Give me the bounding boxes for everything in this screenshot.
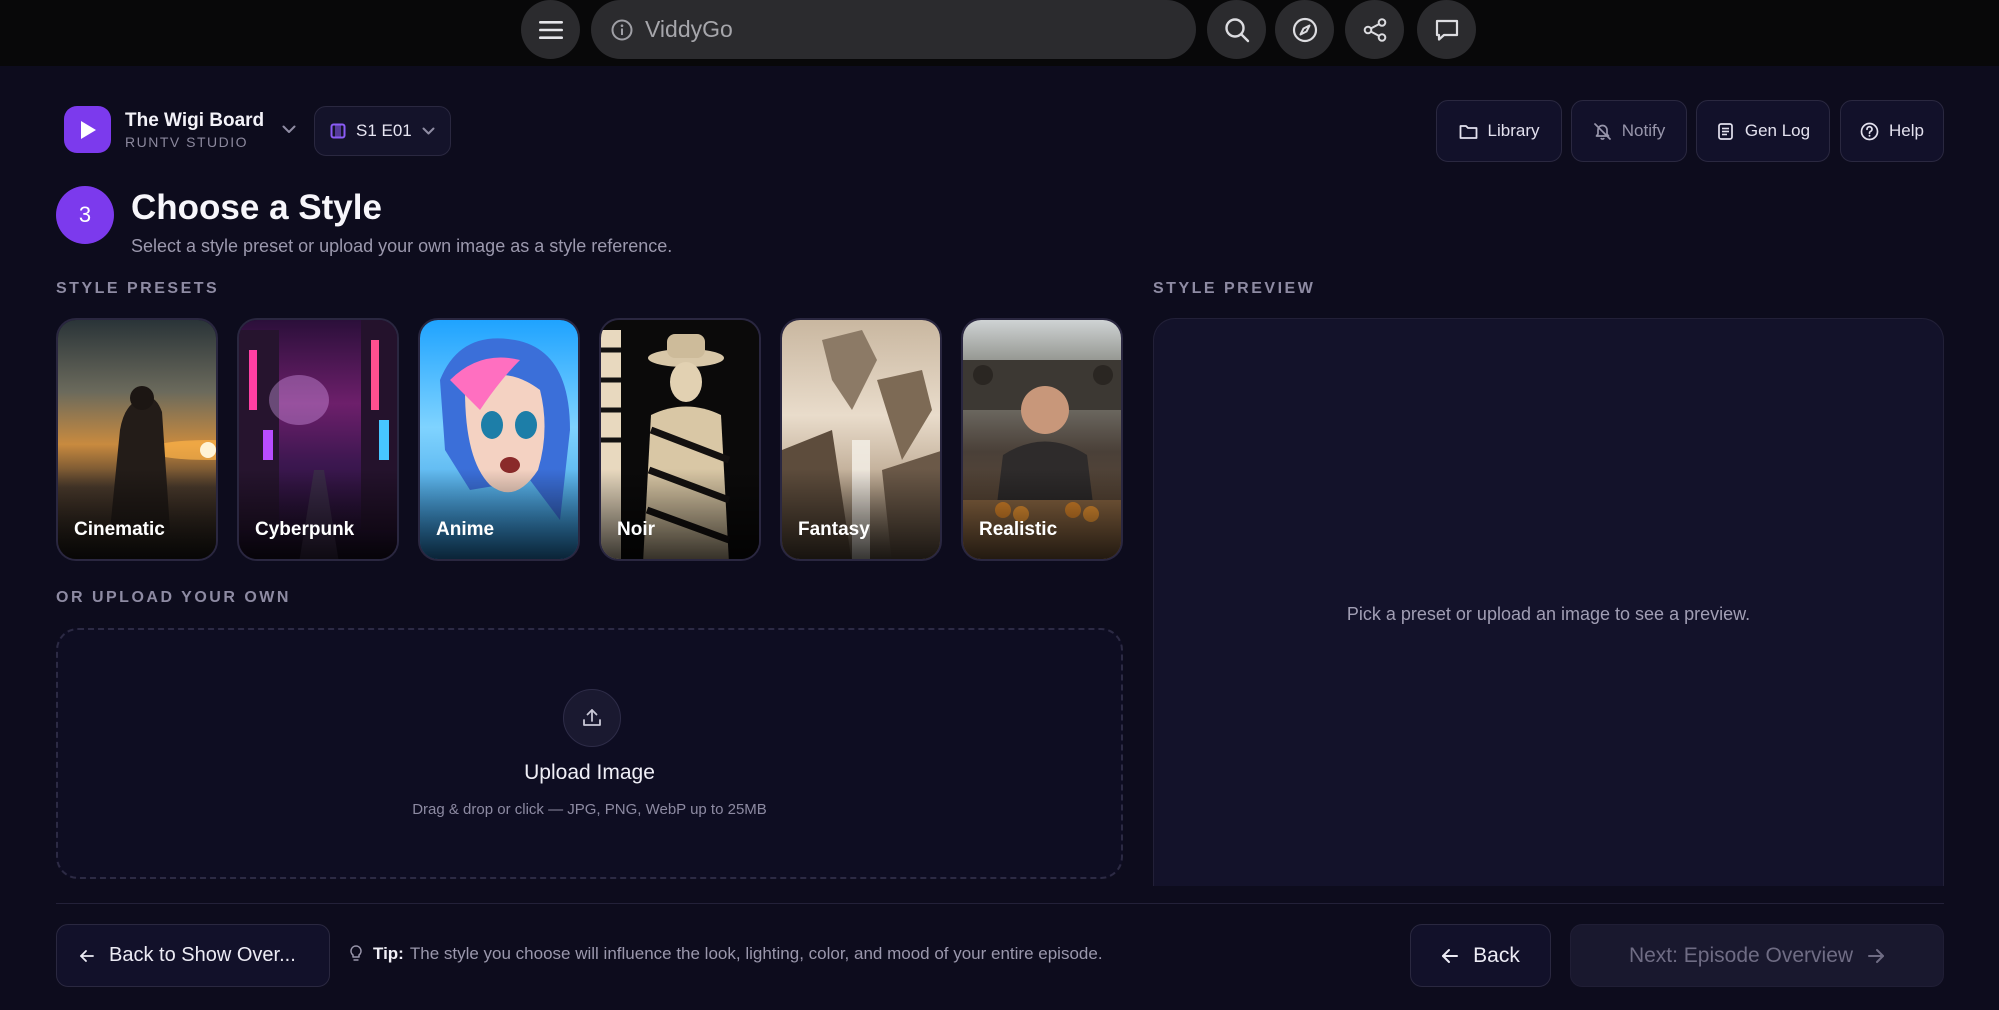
play-logo-icon [64, 106, 111, 153]
episode-label: S1 E01 [356, 121, 412, 140]
back-to-show-label: Back to Show Over... [109, 944, 296, 966]
lightbulb-icon [349, 944, 363, 964]
upload-dropzone[interactable]: Upload Image Drag & drop or click — JPG,… [56, 628, 1123, 879]
chevron-down-icon [422, 127, 435, 135]
arrow-left-icon [79, 949, 95, 963]
share-icon [1362, 17, 1388, 43]
preset-card-anime[interactable]: Anime [418, 318, 580, 561]
preset-card-realistic[interactable]: Realistic [961, 318, 1123, 561]
chat-icon [1434, 17, 1460, 43]
address-bar[interactable]: ViddyGo [591, 0, 1196, 59]
gen-log-button[interactable]: Gen Log [1696, 100, 1830, 162]
style-preview-panel: Pick a preset or upload an image to see … [1153, 318, 1944, 886]
preset-label: Realistic [979, 519, 1058, 540]
upload-hint: Drag & drop or click — JPG, PNG, WebP up… [412, 801, 767, 818]
share-button[interactable] [1345, 0, 1404, 59]
project-switcher[interactable]: The Wigi Board RUNTV STUDIO [64, 106, 296, 153]
notify-label: Notify [1621, 121, 1666, 140]
preset-label: Noir [617, 519, 655, 540]
explore-button[interactable] [1275, 0, 1334, 59]
preset-card-cinematic[interactable]: Cinematic [56, 318, 218, 561]
project-name: The Wigi Board [125, 109, 265, 131]
footer-divider [56, 903, 1944, 904]
notify-button[interactable]: Notify [1571, 100, 1687, 162]
chat-button[interactable] [1417, 0, 1476, 59]
upload-title: Upload Image [524, 761, 655, 784]
preset-label: Fantasy [798, 519, 870, 540]
film-icon [330, 123, 346, 139]
tip-key: Tip: [373, 944, 404, 963]
tip: Tip: The style you choose will influence… [349, 944, 1103, 964]
preset-label: Cyberpunk [255, 519, 355, 540]
menu-icon [538, 20, 563, 40]
style-preview-heading: STYLE PREVIEW [1153, 280, 1316, 297]
upload-icon [563, 689, 621, 747]
back-label: Back [1473, 943, 1520, 967]
help-icon [1860, 122, 1879, 141]
preset-card-cyberpunk[interactable]: Cyberpunk [237, 318, 399, 561]
episode-selector[interactable]: S1 E01 [314, 106, 451, 156]
back-to-show-button[interactable]: Back to Show Over... [56, 924, 330, 987]
library-label: Library [1487, 121, 1540, 140]
arrow-left-icon [1441, 948, 1459, 964]
step-number-badge: 3 [56, 186, 114, 244]
next-episode-overview-button[interactable]: Next: Episode Overview [1570, 924, 1944, 987]
search-icon [1224, 17, 1250, 43]
upload-heading: OR UPLOAD YOUR OWN [56, 589, 291, 606]
gen-log-label: Gen Log [1744, 121, 1811, 140]
folder-icon [1459, 123, 1478, 140]
page-subtitle: Select a style preset or upload your own… [131, 236, 673, 256]
bell-off-icon [1593, 122, 1612, 141]
preset-label: Anime [436, 519, 495, 540]
browser-toolbar: ViddyGo [0, 0, 1999, 66]
log-icon [1716, 122, 1735, 141]
next-label: Next: Episode Overview [1628, 943, 1854, 967]
info-icon [611, 19, 633, 41]
url-text: ViddyGo [645, 16, 733, 42]
preset-card-noir[interactable]: Noir [599, 318, 761, 561]
chevron-down-icon [282, 125, 296, 134]
preview-empty-message: Pick a preset or upload an image to see … [1346, 604, 1751, 624]
arrow-right-icon [1867, 948, 1885, 964]
menu-button[interactable] [521, 0, 580, 59]
style-presets-heading: STYLE PRESETS [56, 280, 220, 297]
library-button[interactable]: Library [1436, 100, 1562, 162]
compass-icon [1292, 17, 1318, 43]
preset-card-fantasy[interactable]: Fantasy [780, 318, 942, 561]
page-title: Choose a Style [131, 188, 382, 227]
help-button[interactable]: Help [1840, 100, 1944, 162]
preset-label: Cinematic [74, 519, 165, 540]
tip-text: The style you choose will influence the … [409, 944, 1103, 963]
studio-name: RUNTV STUDIO [125, 133, 248, 150]
search-button[interactable] [1207, 0, 1266, 59]
back-button[interactable]: Back [1410, 924, 1551, 987]
help-label: Help [1889, 121, 1924, 140]
